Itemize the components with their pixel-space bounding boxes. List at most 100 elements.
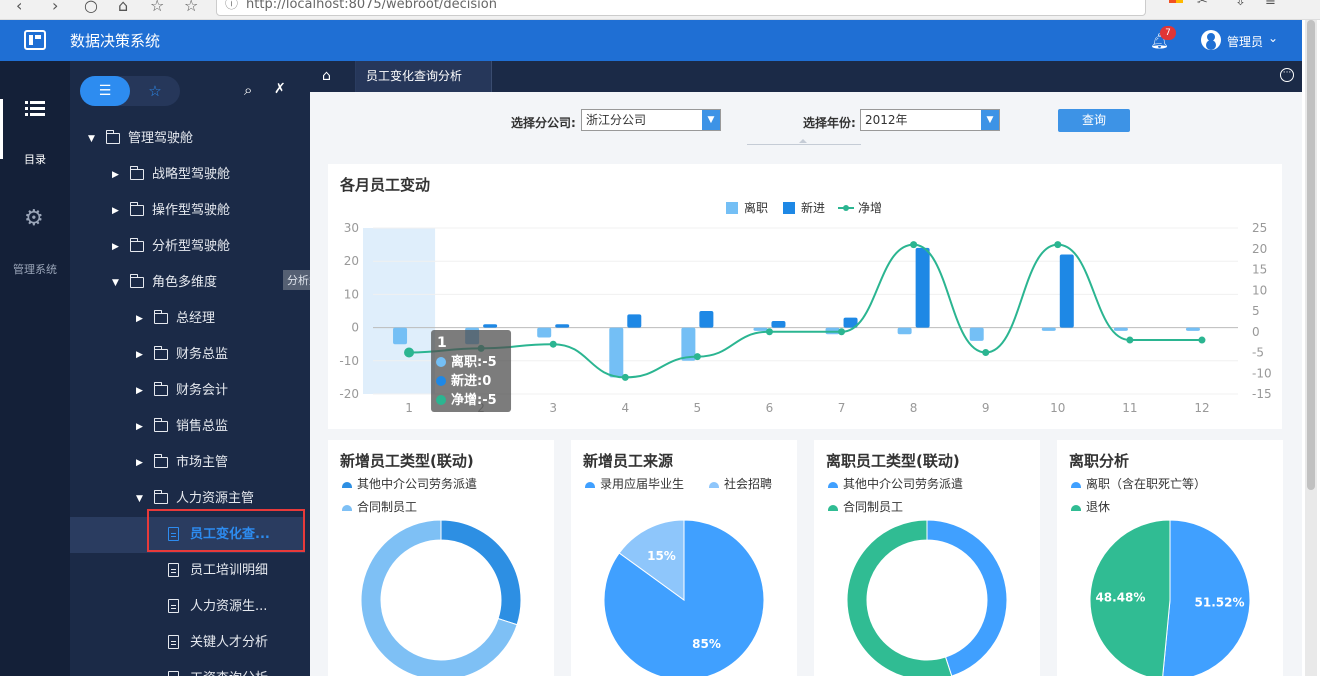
list-view-button[interactable]: ☰ (80, 76, 130, 106)
net-point[interactable] (693, 353, 701, 361)
pie-slice[interactable] (846, 519, 953, 676)
tree-item-label: 关键人才分析 (190, 635, 269, 650)
dropdown-arrow-icon[interactable]: ▼ (702, 110, 720, 130)
rail-item-manage[interactable]: 管理系统 (0, 261, 70, 277)
caret-down-icon[interactable]: ▼ (136, 481, 143, 517)
folder-icon (129, 166, 144, 180)
tree-item-report[interactable]: 工资查询分析 (70, 661, 305, 676)
app-logo-icon[interactable] (1169, 0, 1176, 3)
year-select[interactable]: 2012年 ▼ (860, 109, 1000, 131)
bar-leave[interactable] (537, 327, 552, 338)
dropdown-arrow-icon[interactable]: ▼ (981, 110, 999, 130)
bar-new[interactable] (555, 324, 570, 328)
forward-icon[interactable]: › (52, 0, 58, 15)
bar-leave[interactable] (393, 327, 408, 345)
bar-new[interactable] (915, 247, 930, 328)
collapse-handle[interactable] (747, 139, 861, 152)
net-point[interactable] (1054, 241, 1062, 249)
bar-leave[interactable] (1185, 327, 1200, 331)
tree-item-report[interactable]: 员工培训明细 (70, 553, 305, 589)
tooltip-row: 离职:-5 (451, 354, 497, 370)
tree-item-folder[interactable]: ▼ 管理驾驶舱 (70, 121, 305, 157)
legend-label[interactable]: 新进 (801, 200, 825, 215)
avatar[interactable] (1201, 30, 1221, 50)
bar-new[interactable] (483, 324, 498, 328)
tree-item-folder[interactable]: ▶ 销售总监 (70, 409, 305, 445)
tree-item-folder[interactable]: ▶ 操作型驾驶舱 (70, 193, 305, 229)
chevron-down-icon[interactable]: ⌄ (1268, 31, 1278, 45)
pin-icon[interactable]: ✗ (274, 81, 286, 97)
list-icon[interactable] (25, 99, 45, 117)
caret-right-icon[interactable]: ▶ (136, 373, 143, 409)
caret-down-icon[interactable]: ▼ (112, 265, 119, 301)
tree-item-folder[interactable]: ▶ 总经理 (70, 301, 305, 337)
tree-item-report[interactable]: 员工变化查... (70, 517, 305, 553)
reload-icon[interactable]: ○ (84, 0, 98, 15)
tree-item-folder[interactable]: ▼ 人力资源主管 (70, 481, 305, 517)
tree-item-report[interactable]: 人力资源生... (70, 589, 305, 625)
search-icon[interactable]: ⌕ (244, 81, 252, 99)
tree-item-label: 战略型驾驶舱 (152, 167, 231, 182)
caret-down-icon[interactable]: ▼ (88, 121, 95, 157)
caret-right-icon[interactable]: ▶ (112, 157, 119, 193)
scissors-icon[interactable]: ✂ (1197, 0, 1208, 9)
net-point[interactable] (1126, 336, 1134, 344)
net-point[interactable] (838, 328, 846, 336)
net-point[interactable] (549, 340, 557, 348)
home-icon[interactable]: ⌂ (322, 68, 331, 84)
user-name[interactable]: 管理员 (1227, 33, 1263, 50)
home-icon[interactable]: ⌂ (118, 0, 128, 15)
download-icon[interactable]: ⇩ (1235, 0, 1246, 9)
bookmark-icon[interactable]: ☆ (150, 0, 164, 15)
more-icon[interactable]: ··· (1280, 68, 1294, 82)
legend-swatch[interactable] (726, 202, 738, 214)
caret-right-icon[interactable]: ▶ (112, 229, 119, 265)
tab-employee-change[interactable]: 员工变化查询分析 (356, 61, 492, 92)
gear-icon[interactable]: ⚙ (24, 206, 44, 231)
caret-right-icon[interactable]: ▶ (136, 445, 143, 481)
caret-right-icon[interactable]: ▶ (136, 301, 143, 337)
bar-leave[interactable] (609, 327, 624, 378)
star-icon[interactable]: ☆ (184, 0, 198, 15)
tree-item-folder[interactable]: ▶ 财务总监 (70, 337, 305, 373)
pie-slice[interactable] (440, 519, 522, 626)
legend-swatch[interactable] (783, 202, 795, 214)
net-point[interactable] (1198, 336, 1206, 344)
net-point[interactable] (621, 373, 629, 381)
branch-select[interactable]: 浙江分公司 ▼ (581, 109, 721, 131)
address-bar[interactable]: ⓘ http://localhost:8075/webroot/decision (216, 0, 1146, 16)
caret-right-icon[interactable]: ▶ (136, 409, 143, 445)
bar-leave[interactable] (897, 327, 912, 335)
caret-right-icon[interactable]: ▶ (112, 193, 119, 229)
tree-item-folder[interactable]: ▶ 财务会计 (70, 373, 305, 409)
page-scrollbar[interactable] (1305, 20, 1317, 676)
bar-new[interactable] (1059, 254, 1074, 328)
tree-item-folder[interactable]: ▶ 战略型驾驶舱 (70, 157, 305, 193)
net-point[interactable] (404, 347, 415, 358)
tree-item-folder[interactable]: ▶ 市场主管 (70, 445, 305, 481)
bar-leave[interactable] (969, 327, 984, 341)
favorites-button[interactable]: ☆ (130, 76, 180, 106)
bar-leave[interactable] (753, 327, 768, 331)
tree-item-folder[interactable]: ▼ 角色多维度 (70, 265, 305, 301)
net-point[interactable] (910, 241, 918, 249)
pie-value-label: 85% (692, 637, 721, 651)
legend-label[interactable]: 净增 (858, 201, 882, 215)
tree-item-folder[interactable]: ▶ 分析型驾驶舱 (70, 229, 305, 265)
bar-new[interactable] (627, 314, 642, 328)
tree-item-report[interactable]: 关键人才分析 (70, 625, 305, 661)
back-icon[interactable]: ‹ (16, 0, 22, 15)
monthly-change-chart: -20 -10 0 10 20 30 -15 -10 -5 0 5 10 15 20 25 12 3 4 5 6 7 8 9… (339, 200, 1271, 415)
menu-icon[interactable]: ≡ (1265, 0, 1276, 9)
bar-new[interactable] (699, 311, 714, 328)
caret-right-icon[interactable]: ▶ (136, 337, 143, 373)
net-point[interactable] (765, 328, 773, 336)
bar-leave[interactable] (1113, 327, 1128, 331)
rail-item-catalog[interactable]: 目录 (0, 151, 70, 167)
legend-label[interactable]: 离职 (744, 200, 768, 215)
bar-leave[interactable] (1041, 327, 1056, 331)
bar-new[interactable] (771, 320, 786, 328)
pie-slice[interactable] (926, 519, 1008, 676)
net-point[interactable] (982, 349, 990, 356)
query-button[interactable]: 查询 (1058, 109, 1130, 132)
